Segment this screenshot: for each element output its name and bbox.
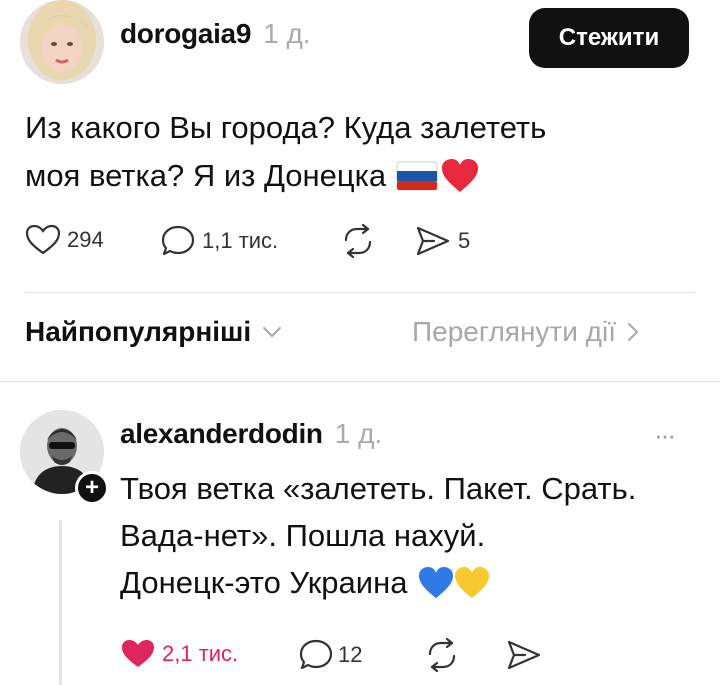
chevron-right-icon xyxy=(627,323,638,341)
section-divider xyxy=(0,381,720,382)
reply-comment-count: 12 xyxy=(338,642,363,667)
post-text: Из какого Вы города? Куда залететь моя в… xyxy=(25,104,705,200)
more-icon: ··· xyxy=(654,420,676,450)
repost-icon xyxy=(344,223,372,259)
reply-text: Твоя ветка «залететь. Пакет. Срать. Вада… xyxy=(120,465,710,606)
red-heart-icon xyxy=(442,159,479,192)
heart-icon xyxy=(25,224,61,255)
post-comment-count: 1,1 тис. xyxy=(202,228,279,253)
post-like-button[interactable]: 294 xyxy=(25,224,104,256)
post-share-count: 5 xyxy=(458,228,471,253)
russia-flag-icon xyxy=(396,161,438,191)
reply-text-line-3: Донецк-это Украина xyxy=(120,565,408,600)
post-text-line-1: Из какого Вы города? Куда залететь xyxy=(25,110,547,145)
reply-comment-button[interactable]: 12 xyxy=(298,638,362,672)
comment-icon xyxy=(161,225,195,256)
post-emoji xyxy=(396,158,480,194)
reply-text-line-1: Твоя ветка «залететь. Пакет. Срать. xyxy=(120,471,637,506)
yellow-heart-icon xyxy=(455,566,490,598)
reply-author-name[interactable]: alexanderdodin xyxy=(120,418,323,450)
more-options-button[interactable]: ··· xyxy=(654,420,676,451)
reply-time: 1 д. xyxy=(334,418,383,449)
post-text-line-2: моя ветка? Я из Донецка xyxy=(25,158,387,193)
share-icon xyxy=(416,226,450,256)
reply-text-line-2: Вада-нет». Пошла нахуй. xyxy=(120,518,486,553)
post-divider xyxy=(25,292,695,293)
view-activity-link[interactable]: Переглянути дії xyxy=(412,316,640,348)
view-activity-label: Переглянути дії xyxy=(412,316,616,347)
post-author-avatar[interactable] xyxy=(20,0,104,84)
reply-like-count: 2,1 тис. xyxy=(162,641,239,666)
thread-line xyxy=(59,520,62,685)
post-comment-button[interactable]: 1,1 тис. xyxy=(160,224,278,258)
share-icon xyxy=(507,640,541,670)
post-author-name[interactable]: dorogaia9 xyxy=(120,18,251,50)
post-repost-button[interactable] xyxy=(338,223,378,263)
reply-like-button[interactable]: 2,1 тис. xyxy=(120,638,238,670)
follow-reply-author-button[interactable]: + xyxy=(75,471,109,505)
repost-icon xyxy=(428,637,456,673)
reply-share-button[interactable] xyxy=(505,638,543,677)
post-time: 1 д. xyxy=(263,18,311,49)
post-like-count: 294 xyxy=(67,227,104,252)
reply-repost-button[interactable] xyxy=(422,637,462,677)
plus-icon: + xyxy=(84,474,99,501)
follow-button[interactable]: Стежити xyxy=(529,8,689,68)
sort-label: Найпопулярніші xyxy=(25,316,252,347)
sort-dropdown[interactable]: Найпопулярніші xyxy=(25,316,283,348)
heart-filled-icon xyxy=(122,640,154,667)
post-share-button[interactable]: 5 xyxy=(414,224,470,258)
chevron-down-icon xyxy=(263,327,282,337)
reply-emoji xyxy=(417,566,491,600)
comment-icon xyxy=(299,639,333,670)
blue-heart-icon xyxy=(419,566,454,598)
